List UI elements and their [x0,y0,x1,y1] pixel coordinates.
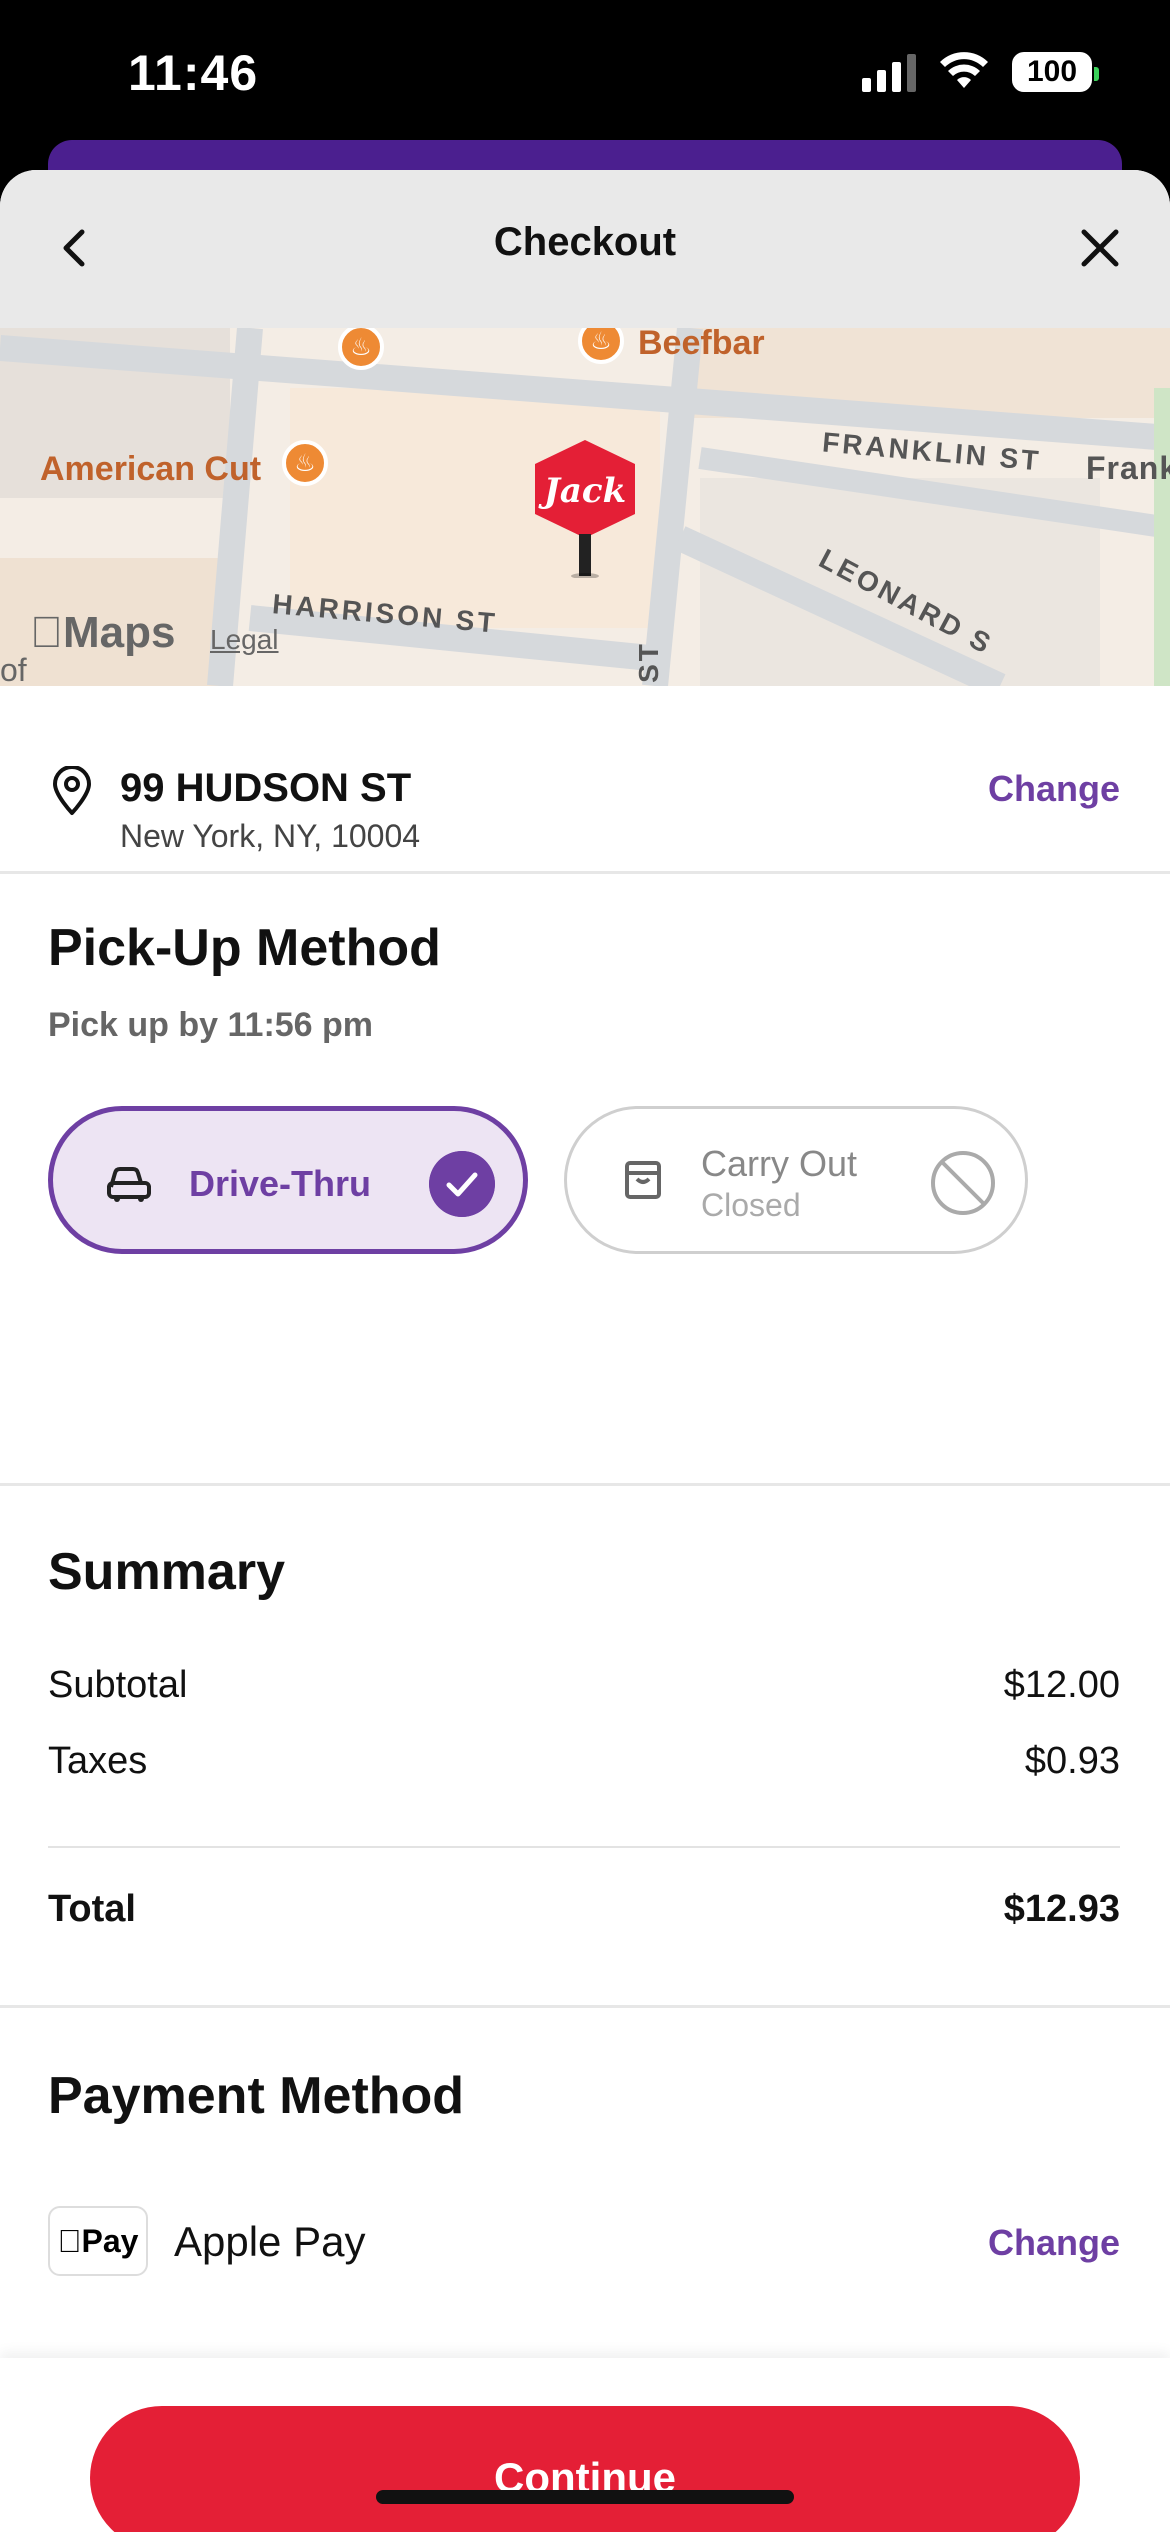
apple-pay-icon: Pay [48,2206,148,2276]
car-icon [107,1167,151,1202]
map-edge-text: of [0,652,27,686]
page-title: Checkout [493,220,677,264]
pickup-method-title: Pick-Up Method [48,919,441,977]
bottom-action-bar: Continue [0,2358,1170,2532]
change-address-link[interactable]: Change [988,768,1120,810]
street-label-frank: Frank [1086,450,1170,486]
maps-attribution: Maps [30,608,175,657]
payment-method-name: Apple Pay [174,2218,366,2265]
wifi-icon [940,52,988,88]
restaurant-icon: ♨ [282,440,328,486]
checkmark-icon [429,1151,495,1217]
home-indicator[interactable] [376,2490,794,2504]
taxes-value: $0.93 [1024,1740,1120,1782]
unavailable-icon [931,1151,995,1215]
total-label: Total [48,1888,136,1930]
carry-out-option[interactable]: Carry Out Closed [564,1106,1028,1254]
store-map[interactable]: FRANKLIN ST Frank HARRISON ST LEONARD S … [0,328,1170,686]
order-summary: Summary Subtotal $12.00 Taxes $0.93 Tota… [0,1488,1170,2008]
cellular-signal-icon [862,52,916,92]
close-icon[interactable] [1070,218,1130,278]
drive-thru-label: Drive-Thru [189,1163,372,1204]
taxes-row: Taxes $0.93 [48,1740,1120,1783]
store-address: 99 HUDSON ST New York, NY, 10004 Change [0,686,1170,874]
pickup-time: Pick up by 11:56 pm [48,1006,374,1044]
legal-link[interactable]: Legal [210,624,279,656]
pickup-method-section: Pick-Up Method Pick up by 11:56 pm Drive… [0,876,1170,1486]
total-row: Total $12.93 [48,1888,1120,1931]
drive-thru-option[interactable]: Drive-Thru [48,1106,528,1254]
continue-button[interactable]: Continue [90,2406,1080,2532]
brand-pin-text: Jack [538,471,626,511]
location-pin-icon [53,766,91,815]
subtotal-value: $12.00 [1003,1664,1120,1706]
poi-american-cut[interactable]: American Cut [40,450,261,489]
poi-beefbar[interactable]: Beefbar [638,328,765,363]
carry-out-label: Carry Out [701,1143,858,1184]
taxes-label: Taxes [48,1740,148,1782]
carry-out-status: Closed [701,1187,801,1223]
address-line2: New York, NY, 10004 [120,818,421,854]
summary-title: Summary [48,1543,285,1601]
jack-store-pin-icon[interactable]: Jack [530,438,640,578]
subtotal-label: Subtotal [48,1664,188,1706]
address-line1: 99 HUDSON ST [120,766,412,810]
apple-pay-badge-text: Pay [69,2222,139,2259]
status-bar: 11:46 100 [0,0,1170,150]
status-time: 11:46 [128,45,259,101]
summary-divider [48,1846,1120,1848]
status-icons: 100 [862,52,1099,92]
payment-method-title: Payment Method [48,2067,465,2125]
subtotal-row: Subtotal $12.00 [48,1664,1120,1707]
change-payment-link[interactable]: Change [988,2222,1120,2264]
apple-maps-logo: Maps [30,608,175,658]
checkout-sheet: Checkout FRANKLIN ST Frank HARRISON ST L… [0,170,1170,2532]
battery-icon: 100 [1012,52,1099,92]
shopping-bag-icon [625,1161,661,1199]
total-value: $12.93 [1003,1888,1120,1930]
street-label-st: ST [632,641,664,683]
payment-method-section: Payment Method Pay Apple Pay Change [0,2010,1170,2360]
sheet-header: Checkout [0,170,1170,328]
